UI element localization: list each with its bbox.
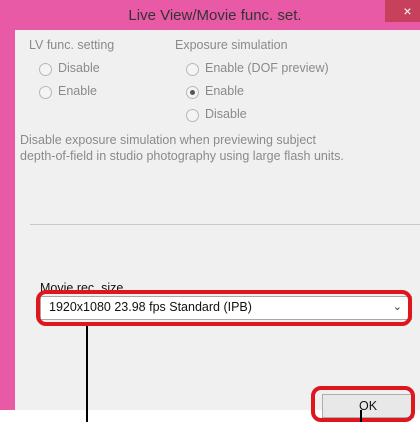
window-title: Live View/Movie func. set.: [128, 7, 302, 24]
exposure-enable-radio[interactable]: [186, 86, 199, 99]
highlight-ok-button: [311, 386, 415, 422]
section-divider: [30, 224, 420, 225]
close-icon: ×: [403, 3, 412, 19]
lv-func-heading: LV func. setting: [29, 38, 115, 52]
description-line-1: Disable exposure simulation when preview…: [20, 133, 316, 147]
exposure-enable-dof-label: Enable (DOF preview): [205, 61, 329, 75]
exposure-enable-dof-radio[interactable]: [186, 63, 199, 76]
lv-enable-radio[interactable]: [39, 86, 52, 99]
lv-disable-label: Disable: [58, 61, 100, 75]
exposure-enable-label: Enable: [205, 84, 244, 98]
title-bar[interactable]: Live View/Movie func. set. ×: [0, 0, 420, 30]
close-button[interactable]: ×: [385, 0, 420, 22]
dialog-body: LV func. setting Exposure simulation Dis…: [15, 30, 420, 418]
highlight-movie-select: [36, 290, 412, 326]
exposure-sim-heading: Exposure simulation: [175, 38, 288, 52]
exposure-disable-radio[interactable]: [186, 109, 199, 122]
lv-enable-label: Enable: [58, 84, 97, 98]
description-line-2: depth-of-field in studio photography usi…: [20, 149, 344, 163]
callout-line-ok: [360, 410, 362, 422]
exposure-disable-label: Disable: [205, 107, 247, 121]
lv-disable-radio[interactable]: [39, 63, 52, 76]
callout-line-select: [86, 326, 88, 422]
